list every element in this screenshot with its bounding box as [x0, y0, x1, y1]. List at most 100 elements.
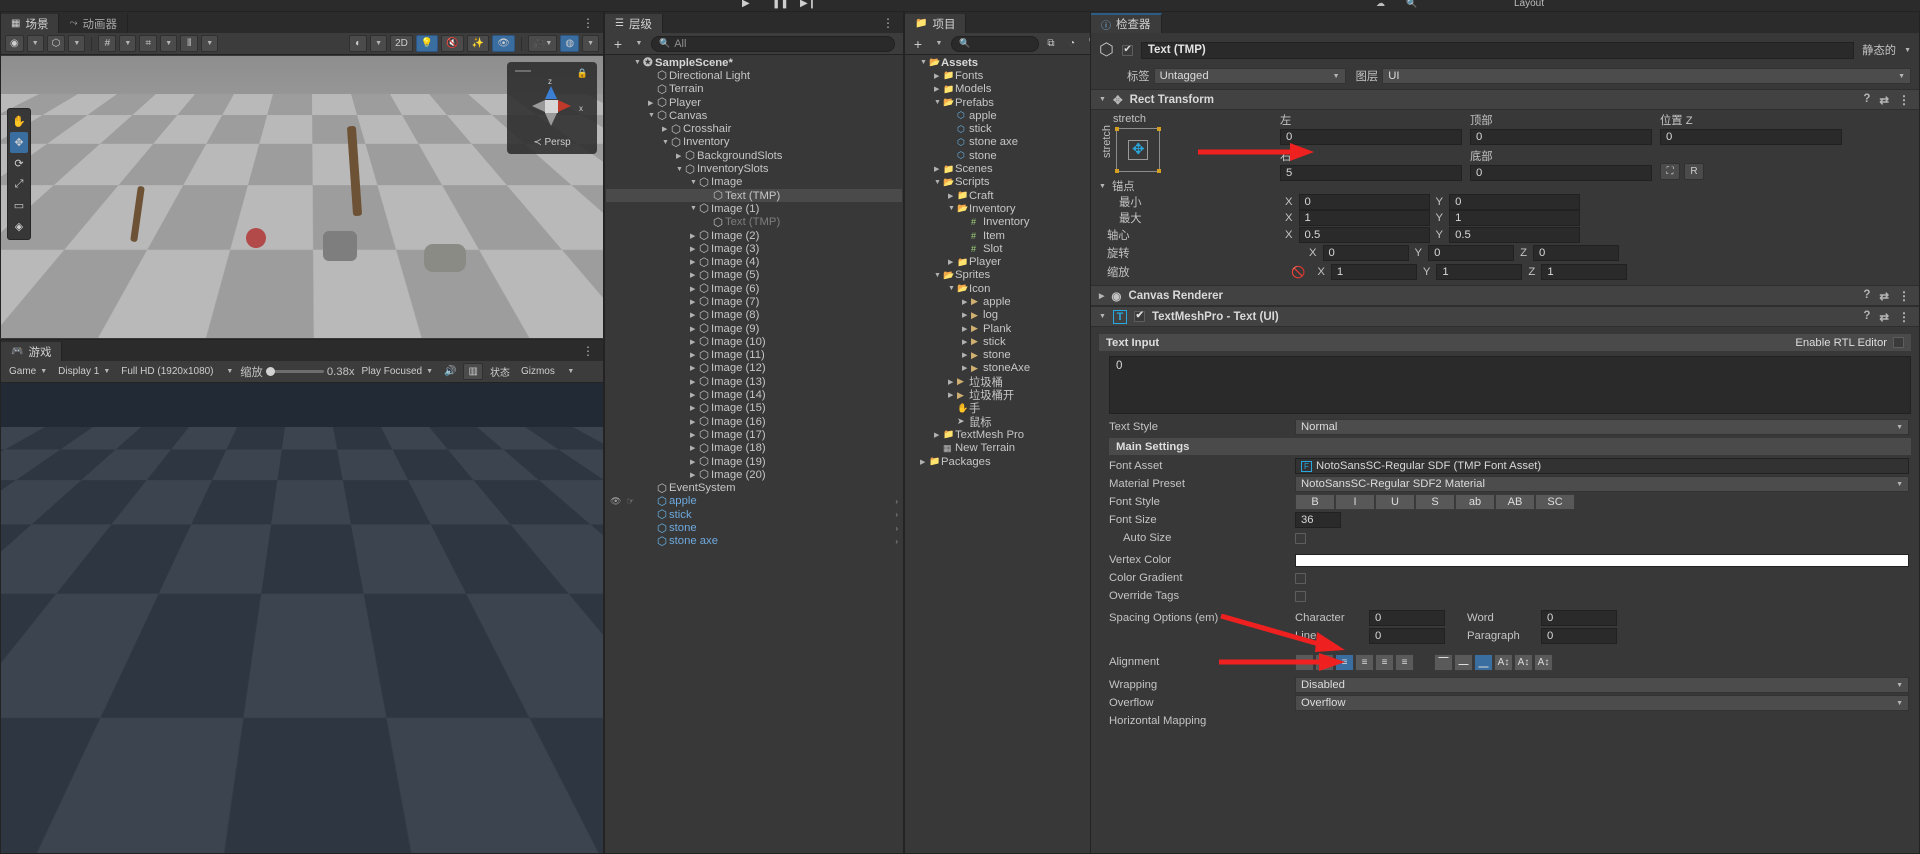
- gizmo-axis-nx-cone[interactable]: [532, 100, 545, 112]
- tab-hierarchy[interactable]: ☰ 层级: [605, 13, 663, 33]
- disclosure-triangle[interactable]: ▼: [690, 179, 699, 186]
- hierarchy-tree[interactable]: ▼ ✪ SampleScene* ⬡ Directional Light ⬡ Terrain…: [606, 56, 902, 851]
- paragraph-spacing-field[interactable]: 0: [1541, 628, 1617, 644]
- inventory-slot[interactable]: [397, 601, 431, 635]
- step-button[interactable]: ▶❙: [800, 0, 816, 9]
- tmp-component-header[interactable]: ▼ T TextMeshPro - Text (UI) ? ⇄ ⋮: [1091, 306, 1919, 327]
- disclosure-triangle[interactable]: ▼: [934, 99, 943, 106]
- hierarchy-item[interactable]: ▶ ⬡ Image (4): [606, 255, 902, 269]
- anchor-preset-button[interactable]: ✥: [1115, 127, 1161, 173]
- canvas-renderer-header[interactable]: ▶ ◉ Canvas Renderer ? ⇄ ⋮: [1091, 285, 1919, 306]
- disclosure-triangle[interactable]: ▶: [934, 72, 943, 80]
- gizmo-projection-label[interactable]: ≺ Persp: [507, 137, 597, 148]
- visibility-icon[interactable]: 👁: [610, 496, 621, 507]
- search-icon[interactable]: 🔍: [1406, 0, 1417, 9]
- hierarchy-item[interactable]: ▶ ⬡ Image (3): [606, 242, 902, 256]
- right-field[interactable]: 5: [1280, 165, 1462, 181]
- preset-icon[interactable]: ⇄: [1879, 93, 1889, 107]
- font-style-u-button[interactable]: U: [1375, 494, 1415, 510]
- disclosure-triangle[interactable]: ▼: [634, 59, 643, 66]
- blueprint-mode-button[interactable]: ⛶: [1660, 163, 1680, 180]
- layout-dropdown[interactable]: Layout: [1514, 0, 1544, 9]
- hierarchy-item[interactable]: ⬡ Directional Light: [606, 69, 902, 83]
- hierarchy-item[interactable]: ⬡ Terrain: [606, 83, 902, 96]
- add-gameobject-button[interactable]: +: [609, 35, 627, 52]
- scene-camera-icon[interactable]: 🎥 ▼: [527, 35, 558, 52]
- hierarchy-item[interactable]: ▶ ⬡ Image (9): [606, 322, 902, 336]
- hand-tool-button[interactable]: ✋: [8, 111, 30, 132]
- pause-button[interactable]: ❚❚: [772, 0, 789, 9]
- align-baseline-button[interactable]: A↕: [1494, 653, 1513, 671]
- disclosure-triangle[interactable]: ▶: [962, 311, 971, 319]
- disclosure-triangle[interactable]: ▶: [948, 192, 957, 200]
- disclosure-triangle[interactable]: ▶: [690, 431, 699, 439]
- scene-menu-button[interactable]: ⋮: [582, 16, 595, 30]
- rot-z-field[interactable]: 0: [1533, 244, 1619, 261]
- font-asset-field[interactable]: F NotoSansSC-Regular SDF (TMP Font Asset…: [1295, 458, 1909, 474]
- inventory-slot[interactable]: [289, 565, 323, 599]
- play-focused-dropdown[interactable]: Play Focused ▼: [358, 363, 438, 380]
- gizmos-dropdown[interactable]: ▼: [582, 35, 599, 52]
- grid-visibility-button[interactable]: #: [98, 35, 117, 52]
- tab-animator[interactable]: ⤳ 动画器: [59, 13, 128, 33]
- game-menu-button[interactable]: ⋮: [582, 344, 595, 358]
- font-style-segmented-control[interactable]: B I U Sab AB SC: [1295, 494, 1575, 510]
- hierarchy-item[interactable]: ▼ ⬡ Inventory: [606, 136, 902, 149]
- audio-mute-icon[interactable]: 🔇: [441, 35, 464, 52]
- hierarchy-item[interactable]: ▶ ⬡ Image (6): [606, 282, 902, 296]
- wrapping-dropdown[interactable]: Disabled ▼: [1295, 677, 1909, 693]
- hierarchy-item[interactable]: ▶ ⬡ Image (17): [606, 428, 902, 442]
- material-preset-dropdown[interactable]: NotoSansSC-Regular SDF2 Material ▼: [1295, 476, 1909, 492]
- disclosure-triangle[interactable]: ▶: [920, 458, 929, 466]
- hierarchy-item[interactable]: ▼ ⬡ InventorySlots: [606, 162, 902, 176]
- inventory-slot[interactable]: [253, 601, 287, 635]
- disclosure-triangle[interactable]: ▶: [690, 458, 699, 466]
- grid-dropdown[interactable]: ▼: [119, 35, 137, 52]
- toggle-2d-button[interactable]: 2D: [390, 35, 413, 52]
- align-midline-button[interactable]: A↕: [1514, 653, 1533, 671]
- disclosure-triangle[interactable]: ▶: [690, 232, 699, 240]
- scale-slider-handle[interactable]: [265, 367, 275, 376]
- scale-z-field[interactable]: 1: [1541, 263, 1628, 280]
- disclosure-triangle[interactable]: ▶: [662, 125, 671, 133]
- font-style-b-button[interactable]: B: [1295, 494, 1335, 510]
- hierarchy-item[interactable]: ▼ ⬡ Image: [606, 176, 902, 189]
- handle-space-button[interactable]: ⬡: [46, 35, 66, 52]
- disclosure-triangle[interactable]: ▶: [690, 391, 699, 399]
- align-top-button[interactable]: ⎺: [1434, 653, 1453, 671]
- help-icon[interactable]: ?: [1863, 289, 1870, 303]
- disclosure-triangle[interactable]: ▶: [934, 165, 943, 173]
- inventory-slot[interactable]: [253, 637, 287, 671]
- lighting-icon[interactable]: 💡: [415, 35, 439, 52]
- disclosure-triangle[interactable]: ▶: [948, 378, 957, 386]
- hierarchy-item[interactable]: ▶ ⬡ Image (5): [606, 269, 902, 282]
- disclosure-triangle[interactable]: ▶: [690, 271, 699, 279]
- layer-dropdown[interactable]: UI ▼: [1382, 68, 1911, 84]
- font-style-i-button[interactable]: I: [1335, 494, 1375, 510]
- scale-slider[interactable]: [265, 367, 324, 376]
- posz-field[interactable]: 0: [1660, 129, 1842, 145]
- inventory-slot[interactable]: [325, 637, 359, 671]
- create-asset-dropdown[interactable]: ▼: [930, 35, 948, 52]
- game-target-dropdown[interactable]: Game ▼: [5, 363, 51, 380]
- hierarchy-item[interactable]: ▶ ⬡ Image (11): [606, 349, 902, 362]
- rect-transform-header[interactable]: ▼ ✥ Rect Transform ? ⇄ ⋮: [1091, 89, 1919, 110]
- tab-inspector[interactable]: ⓘ 检查器: [1091, 13, 1162, 33]
- move-tool-button[interactable]: ✥: [10, 132, 28, 153]
- gizmo-axis-x-cone[interactable]: [558, 100, 571, 112]
- display-dropdown[interactable]: Display 1 ▼: [54, 363, 114, 380]
- resolution-dropdown[interactable]: Full HD (1920x1080) ▼: [117, 363, 237, 380]
- tag-dropdown[interactable]: Untagged ▼: [1153, 68, 1346, 84]
- rotate-tool-button[interactable]: ⟳: [8, 153, 30, 174]
- hierarchy-item[interactable]: ▶ ⬡ Image (10): [606, 335, 902, 349]
- stats-button[interactable]: 状态: [486, 363, 514, 380]
- inventory-slot[interactable]: [217, 601, 251, 635]
- character-spacing-field[interactable]: 0: [1369, 610, 1445, 626]
- hierarchy-item[interactable]: ▼ ⬡ Image (1): [606, 202, 902, 216]
- line-spacing-field[interactable]: 0: [1369, 628, 1445, 644]
- hidden-objects-icon[interactable]: 👁: [492, 35, 515, 52]
- scene-object-apple[interactable]: [246, 228, 266, 248]
- inventory-slot[interactable]: [289, 637, 323, 671]
- hierarchy-item[interactable]: ▶ ⬡ Player: [606, 96, 902, 110]
- pivot-dropdown[interactable]: ▼: [26, 35, 44, 52]
